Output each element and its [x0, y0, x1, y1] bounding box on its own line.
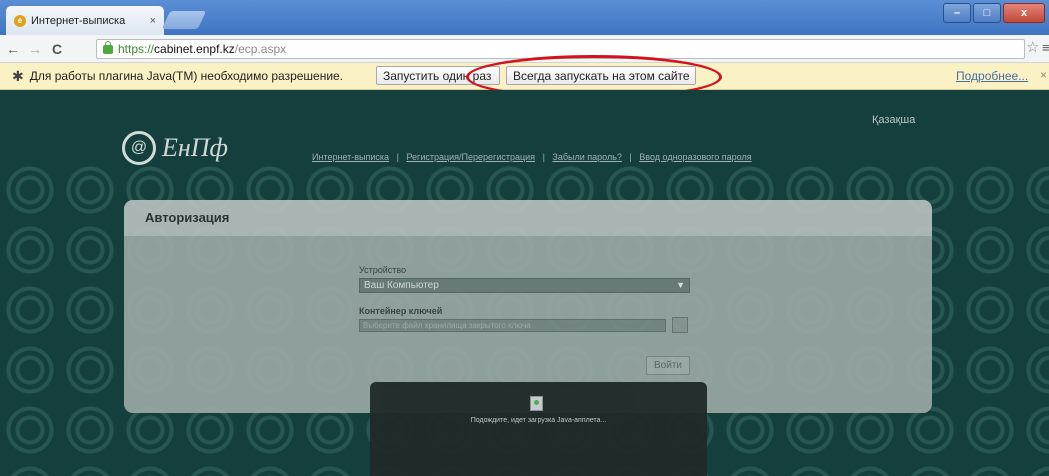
- more-info-link[interactable]: Подробнее...: [956, 69, 1028, 83]
- minimize-button[interactable]: –: [943, 3, 971, 23]
- logo-swirl-icon: @: [122, 131, 156, 165]
- page-content: @ ЕнПф Қазақша Интернет-выписка | Регист…: [0, 90, 1049, 476]
- close-window-button[interactable]: x: [1003, 3, 1045, 23]
- java-loading-overlay: Подождите, идет загрузка Java-апплета...: [370, 382, 707, 476]
- nav-separator: |: [396, 152, 399, 162]
- nav-separator: |: [629, 152, 632, 162]
- tab-close-icon[interactable]: ×: [150, 15, 156, 27]
- window-controls: – □ x: [943, 3, 1045, 23]
- menu-icon[interactable]: ≡: [1042, 40, 1049, 55]
- container-label: Контейнер ключей: [359, 306, 443, 316]
- language-link[interactable]: Қазақша: [872, 114, 915, 126]
- key-file-placeholder: Выберите файл хранилища закрытого ключа: [363, 321, 531, 330]
- site-logo[interactable]: @ ЕнПф: [122, 131, 228, 165]
- link-registration[interactable]: Регистрация/Перерегистрация: [406, 152, 535, 162]
- device-label: Устройство: [359, 265, 407, 275]
- new-tab-button[interactable]: [161, 11, 207, 29]
- infobar-message: Для работы плагина Java(TM) необходимо р…: [29, 69, 344, 83]
- plugin-puzzle-icon: ✱: [12, 67, 24, 84]
- auth-panel-header: [124, 200, 932, 236]
- nav-separator: |: [542, 152, 545, 162]
- browser-tab[interactable]: e Интернет-выписка ×: [6, 6, 164, 35]
- logo-text: ЕнПф: [162, 133, 229, 162]
- link-forgot-password[interactable]: Забыли пароль?: [552, 152, 621, 162]
- login-button[interactable]: Войти: [646, 356, 690, 375]
- device-select[interactable]: Ваш Компьютер ▼: [359, 278, 690, 293]
- infobar-close-icon[interactable]: ×: [1040, 68, 1047, 82]
- site-favicon-icon: e: [14, 14, 26, 27]
- chevron-down-icon: ▼: [676, 280, 685, 290]
- back-icon[interactable]: ←: [4, 41, 22, 57]
- link-one-time-password[interactable]: Ввод одноразового пароля: [639, 152, 751, 162]
- url-host: cabinet.enpf.kz: [154, 42, 235, 56]
- device-select-value: Ваш Компьютер: [364, 280, 439, 291]
- key-file-input[interactable]: Выберите файл хранилища закрытого ключа: [359, 319, 666, 332]
- browse-button[interactable]: [672, 317, 688, 333]
- link-statement[interactable]: Интернет-выписка: [312, 152, 389, 162]
- forward-icon[interactable]: →: [26, 41, 44, 57]
- loading-message: Подождите, идет загрузка Java-апплета...: [470, 417, 607, 424]
- tab-title: Интернет-выписка: [31, 14, 126, 27]
- bookmark-star-icon[interactable]: ☆: [1026, 38, 1039, 56]
- java-applet-icon: [530, 396, 543, 411]
- browser-titlebar: e Интернет-выписка × – □ x: [0, 0, 1049, 35]
- reload-icon[interactable]: C: [48, 41, 66, 57]
- maximize-button[interactable]: □: [973, 3, 1001, 23]
- auth-title: Авторизация: [145, 210, 230, 225]
- url-path: /ecp.aspx: [234, 42, 287, 56]
- lock-icon: [103, 40, 113, 54]
- top-nav-links: Интернет-выписка | Регистрация/Перерегис…: [312, 152, 752, 162]
- url-scheme: https://: [118, 42, 155, 56]
